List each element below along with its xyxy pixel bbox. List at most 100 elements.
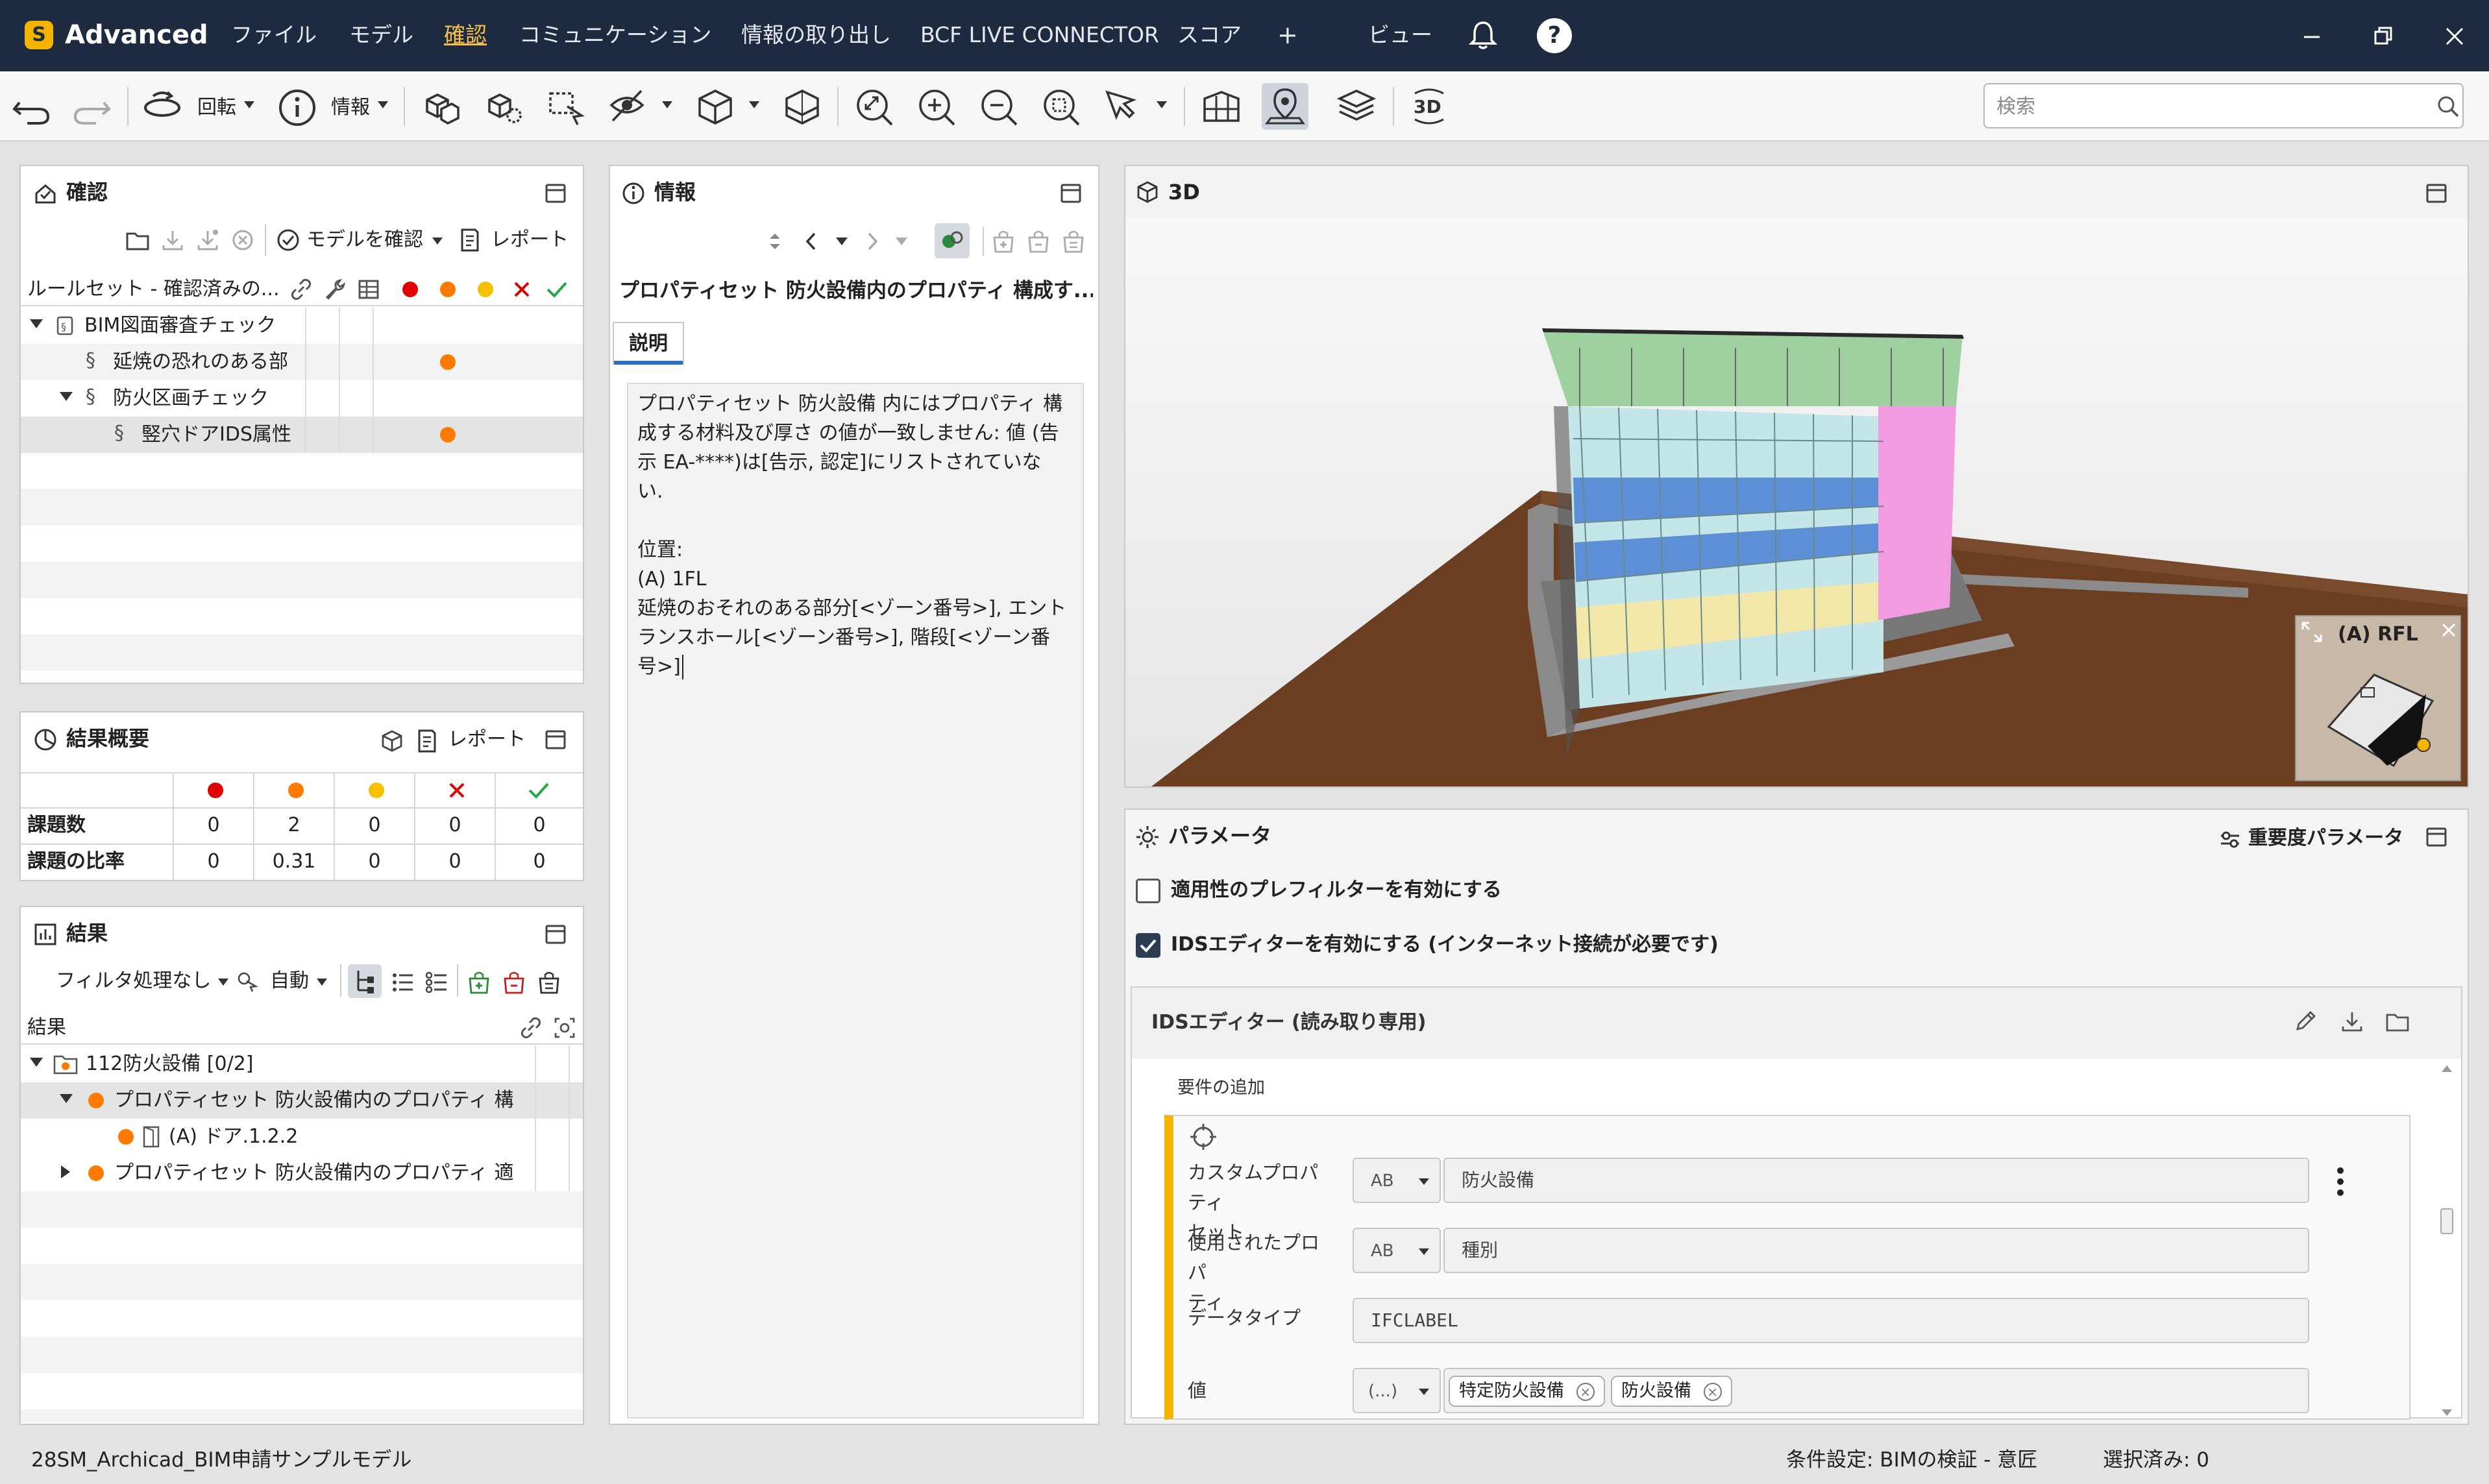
filter-dropdown[interactable]: フィルタ処理なし (56, 968, 211, 994)
model-link-icon[interactable] (935, 223, 970, 258)
chevron-down-icon[interactable] (1419, 1178, 1429, 1185)
results-column-header[interactable]: 結果 (27, 1015, 66, 1041)
menu-communication[interactable]: コミュニケーション (519, 18, 711, 52)
hide-objects-icon[interactable] (604, 83, 650, 130)
bell-icon[interactable] (1468, 19, 1498, 51)
description-box[interactable]: プロパティセット 防火設備 内にはプロパティ 構 成する材料及び厚さ の値が一致… (627, 383, 1084, 1418)
remove-from-basket-icon[interactable] (1025, 228, 1051, 254)
tree-row[interactable]: § BIM図面審査チェック (21, 308, 583, 344)
report-icon[interactable] (414, 728, 440, 754)
panel-minimize-icon[interactable] (544, 182, 567, 205)
add-to-basket-icon[interactable] (466, 969, 492, 995)
search-box[interactable] (1983, 83, 2464, 128)
zoom-in-icon[interactable] (913, 83, 959, 130)
zoom-out-icon[interactable] (975, 83, 1022, 130)
menu-add-tab[interactable]: + (1277, 18, 1298, 52)
remove-from-basket-icon[interactable] (501, 969, 527, 995)
check-model-button[interactable]: モデルを確認 (306, 227, 423, 253)
add-to-basket-icon[interactable] (990, 228, 1016, 254)
search-input[interactable] (1996, 91, 2412, 122)
property-set-field[interactable]: 防火設備 (1443, 1158, 2309, 1203)
hide-dropdown-icon[interactable] (662, 101, 672, 108)
check-model-icon[interactable] (275, 227, 301, 253)
rotate-icon[interactable] (139, 83, 186, 130)
chevron-down-icon[interactable] (1419, 1389, 1429, 1395)
minimize-icon[interactable] (2295, 19, 2329, 53)
result-row-selected[interactable]: プロパティセット 防火設備内のプロパティ 構 (21, 1082, 583, 1119)
type-select[interactable]: AB (1353, 1228, 1441, 1273)
menu-check[interactable]: 確認 (444, 18, 487, 52)
basket-icon[interactable] (1061, 228, 1086, 254)
menu-model[interactable]: モデル (349, 18, 413, 52)
property-name-field[interactable]: 種別 (1443, 1228, 2309, 1273)
focus-icon[interactable] (553, 1016, 576, 1040)
report-icon[interactable] (457, 227, 483, 253)
auto-select-icon[interactable] (235, 969, 258, 993)
scroll-thumb[interactable] (2440, 1208, 2453, 1234)
remove-icon[interactable] (230, 227, 256, 253)
auto-dropdown[interactable]: 自動 (270, 968, 309, 994)
group-view-icon[interactable] (423, 969, 449, 995)
previous-icon[interactable] (802, 228, 820, 254)
menu-information-takeoff[interactable]: 情報の取り出し (741, 18, 891, 52)
wrench-icon[interactable] (323, 278, 347, 301)
expand-icon[interactable] (2300, 620, 2323, 644)
area-select-icon[interactable] (543, 83, 589, 130)
result-group-row[interactable]: 112防火設備 [0/2] (21, 1046, 583, 1082)
panel-minimize-icon[interactable] (2425, 182, 2448, 205)
menu-bcf-live-connector[interactable]: BCF LIVE CONNECTOR (920, 18, 1159, 52)
scroll-down-icon[interactable] (2442, 1409, 2452, 1416)
help-icon[interactable]: ? (1537, 18, 1572, 53)
tree-view-icon[interactable] (348, 964, 382, 998)
sort-icon[interactable] (766, 228, 784, 254)
value-field[interactable]: 特定防火設備 × 防火設備 × (1443, 1368, 2309, 1413)
select-group-icon[interactable] (480, 83, 527, 130)
model-cube-icon[interactable] (379, 728, 405, 754)
result-row[interactable]: (A) ドア.1.2.2 (21, 1119, 583, 1155)
expand-arrow-icon[interactable] (60, 392, 73, 401)
report-button[interactable]: レポート (491, 227, 569, 253)
expand-arrow-icon[interactable] (30, 319, 43, 328)
scrollbar[interactable] (2438, 1065, 2456, 1416)
select-objects-icon[interactable] (418, 83, 465, 130)
previous-dropdown-icon[interactable] (836, 237, 848, 245)
rotate-label[interactable]: 回転 (197, 95, 236, 121)
open-folder-icon[interactable] (2385, 1008, 2410, 1034)
close-window-icon[interactable] (2438, 19, 2471, 53)
3d-view-icon[interactable]: 3D (1406, 83, 1453, 130)
panel-minimize-icon[interactable] (544, 923, 567, 946)
report-button[interactable]: レポート (448, 727, 526, 753)
link-icon[interactable] (289, 278, 313, 301)
panel-minimize-icon[interactable] (2425, 825, 2448, 849)
undo-icon[interactable] (8, 83, 55, 130)
chevron-down-icon[interactable] (1419, 1248, 1429, 1255)
expand-arrow-icon[interactable] (30, 1058, 43, 1067)
tree-row[interactable]: § 防火区画チェック (21, 380, 583, 417)
isolate-dropdown-icon[interactable] (749, 101, 759, 108)
next-dropdown-icon[interactable] (896, 237, 907, 245)
pointer-tool-icon[interactable] (1099, 83, 1146, 130)
redo-icon[interactable] (69, 83, 116, 130)
check-model-dropdown-icon[interactable] (432, 237, 443, 245)
minimap[interactable]: (A) RFL (2295, 615, 2461, 781)
download-icon[interactable] (2339, 1008, 2365, 1034)
tab-description[interactable]: 説明 (613, 322, 684, 365)
type-select[interactable]: AB (1353, 1158, 1441, 1203)
tree-row[interactable]: § 延焼の恐れのある部 (21, 344, 583, 380)
scroll-up-icon[interactable] (2442, 1065, 2452, 1072)
ruleset-column-header[interactable]: ルールセット - 確認済みの... (27, 276, 280, 302)
requirement-add-label[interactable]: 要件の追加 (1177, 1076, 1265, 1101)
edit-icon[interactable] (2292, 1008, 2318, 1034)
layers-icon[interactable] (1333, 83, 1380, 130)
zoom-extents-icon[interactable] (850, 83, 897, 130)
menu-file[interactable]: ファイル (231, 18, 317, 52)
table-icon[interactable] (357, 278, 380, 301)
panel-minimize-icon[interactable] (1059, 182, 1083, 205)
floor-plan-icon[interactable] (1198, 83, 1245, 130)
severity-settings-icon[interactable] (2217, 827, 2243, 853)
ids-editor-checkbox[interactable] (1136, 933, 1160, 958)
info-tool-label[interactable]: 情報 (331, 95, 370, 121)
basket-icon[interactable] (536, 969, 562, 995)
import-multiple-icon[interactable] (195, 227, 221, 253)
menu-score[interactable]: スコア (1177, 18, 1242, 52)
